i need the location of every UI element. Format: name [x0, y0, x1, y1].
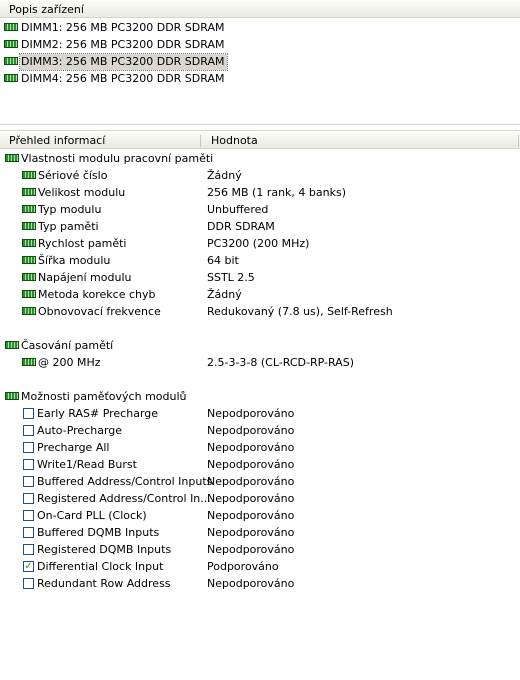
value-serial-number: Žádný: [207, 169, 242, 182]
value-timing-200mhz: 2.5-3-3-8 (CL-RCD-RP-RAS): [207, 356, 354, 369]
field-memory-type[interactable]: Typ paměti: [22, 218, 99, 235]
memory-module-icon: [22, 290, 36, 298]
value-redundant-row-address: Nepodporováno: [207, 577, 295, 590]
checkbox-icon: [23, 526, 34, 538]
device-item-dimm2[interactable]: DIMM2: 256 MB PC3200 DDR SDRAM: [4, 37, 227, 53]
device-item-dimm3[interactable]: DIMM3: 256 MB PC3200 DDR SDRAM: [4, 53, 229, 71]
column-divider[interactable]: [518, 135, 519, 147]
group-module-features[interactable]: Možnosti paměťových modulů: [5, 388, 187, 405]
feature-on-card-pll[interactable]: On-Card PLL (Clock): [23, 507, 147, 524]
memory-module-icon: [22, 239, 36, 247]
checkbox-icon: [23, 475, 34, 487]
memory-module-icon: [22, 205, 36, 213]
memory-module-icon: [4, 23, 18, 31]
field-memory-speed[interactable]: Rychlost paměti: [22, 235, 126, 252]
value-early-ras-precharge: Nepodporováno: [207, 407, 295, 420]
value-module-size: 256 MB (1 rank, 4 banks): [207, 186, 346, 199]
value-memory-speed: PC3200 (200 MHz): [207, 237, 310, 250]
group-memory-timings[interactable]: Časování pamětí: [5, 337, 113, 354]
checkbox-icon: [23, 441, 34, 453]
value-auto-precharge: Nepodporováno: [207, 424, 295, 437]
field-module-size[interactable]: Velikost modulu: [22, 184, 125, 201]
checkbox-icon: [23, 458, 34, 470]
checkbox-checked-icon: ✓: [23, 560, 34, 572]
device-list[interactable]: DIMM1: 256 MB PC3200 DDR SDRAM DIMM2: 25…: [0, 18, 520, 124]
field-module-width[interactable]: Šířka modulu: [22, 252, 110, 269]
memory-module-icon: [4, 57, 18, 65]
feature-precharge-all[interactable]: Precharge All: [23, 439, 109, 456]
field-timing-200mhz[interactable]: @ 200 MHz: [22, 354, 101, 371]
memory-module-icon: [22, 171, 36, 179]
memory-module-icon: [4, 74, 18, 82]
checkbox-icon: [23, 492, 34, 504]
value-buffered-dqmb-inputs: Nepodporováno: [207, 526, 295, 539]
value-registered-dqmb-inputs: Nepodporováno: [207, 543, 295, 556]
checkbox-icon: [23, 424, 34, 436]
value-precharge-all: Nepodporováno: [207, 441, 295, 454]
feature-registered-dqmb-inputs[interactable]: Registered DQMB Inputs: [23, 541, 171, 558]
memory-module-icon: [22, 358, 36, 366]
details-header: Přehled informací Hodnota: [0, 131, 520, 149]
value-refresh-rate: Redukovaný (7.8 us), Self-Refresh: [207, 305, 393, 318]
memory-module-icon: [22, 307, 36, 315]
device-item-dimm1[interactable]: DIMM1: 256 MB PC3200 DDR SDRAM: [4, 20, 227, 36]
value-on-card-pll: Nepodporováno: [207, 509, 295, 522]
value-module-type: Unbuffered: [207, 203, 269, 216]
value-module-width: 64 bit: [207, 254, 239, 267]
checkbox-icon: [23, 509, 34, 521]
feature-buffered-address-control[interactable]: Buffered Address/Control Inputs: [23, 473, 212, 490]
value-module-voltage: SSTL 2.5: [207, 271, 255, 284]
pane-splitter[interactable]: [0, 124, 520, 131]
memory-module-icon: [22, 256, 36, 264]
value-write1-read-burst: Nepodporováno: [207, 458, 295, 471]
value-registered-address-control: Nepodporováno: [207, 492, 295, 505]
feature-registered-address-control[interactable]: Registered Address/Control In...: [23, 490, 211, 507]
group-module-properties[interactable]: Vlastnosti modulu pracovní paměti: [5, 150, 213, 167]
field-error-correction[interactable]: Metoda korekce chyb: [22, 286, 155, 303]
column-header-field[interactable]: Přehled informací: [9, 134, 105, 147]
feature-auto-precharge[interactable]: Auto-Precharge: [23, 422, 122, 439]
feature-write1-read-burst[interactable]: Write1/Read Burst: [23, 456, 137, 473]
feature-early-ras-precharge[interactable]: Early RAS# Precharge: [23, 405, 158, 422]
memory-module-icon: [22, 273, 36, 281]
device-list-header[interactable]: Popis zařízení: [0, 0, 520, 18]
device-item-dimm4[interactable]: DIMM4: 256 MB PC3200 DDR SDRAM: [4, 71, 227, 87]
memory-module-icon: [4, 40, 18, 48]
checkbox-icon: [23, 543, 34, 555]
feature-redundant-row-address[interactable]: Redundant Row Address: [23, 575, 171, 592]
checkbox-icon: [23, 577, 34, 589]
field-module-type[interactable]: Typ modulu: [22, 201, 101, 218]
memory-module-icon: [5, 154, 19, 162]
value-buffered-address-control: Nepodporováno: [207, 475, 295, 488]
field-refresh-rate[interactable]: Obnovovací frekvence: [22, 303, 161, 320]
column-divider[interactable]: [200, 135, 201, 147]
checkbox-icon: [23, 407, 34, 419]
value-error-correction: Žádný: [207, 288, 242, 301]
column-header-value[interactable]: Hodnota: [211, 134, 258, 147]
value-differential-clock-input: Podporováno: [207, 560, 279, 573]
feature-buffered-dqmb-inputs[interactable]: Buffered DQMB Inputs: [23, 524, 159, 541]
memory-module-icon: [5, 341, 19, 349]
feature-differential-clock-input[interactable]: ✓ Differential Clock Input: [23, 558, 163, 575]
memory-module-icon: [5, 392, 19, 400]
column-header-device-description[interactable]: Popis zařízení: [9, 3, 84, 16]
memory-module-icon: [22, 222, 36, 230]
field-serial-number[interactable]: Sériové číslo: [22, 167, 107, 184]
memory-module-icon: [22, 188, 36, 196]
value-memory-type: DDR SDRAM: [207, 220, 275, 233]
field-module-voltage[interactable]: Napájení modulu: [22, 269, 131, 286]
